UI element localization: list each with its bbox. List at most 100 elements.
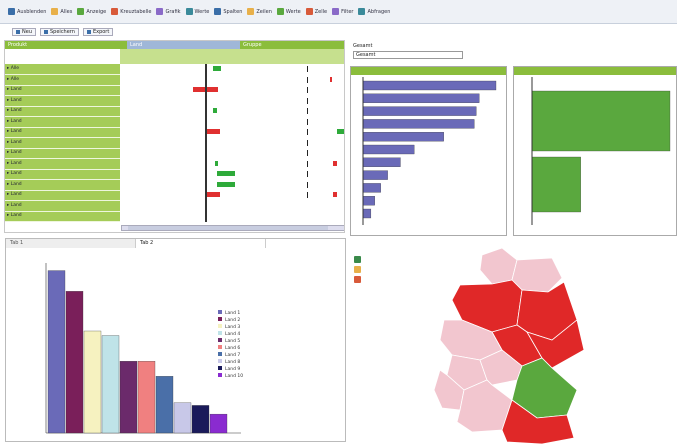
chart-3-bar[interactable] — [47, 270, 66, 434]
pivot-row-label[interactable]: ▸ Land — [7, 85, 22, 95]
pivot-row-label[interactable]: ▸ Land — [7, 96, 22, 106]
toolbar-label: Werte — [285, 8, 301, 15]
chart-2-svg — [531, 77, 671, 225]
chart-3-bar[interactable] — [191, 405, 210, 434]
chart-3-bar[interactable] — [101, 335, 120, 434]
toolbar-icon — [305, 8, 313, 15]
pivot-row-label[interactable]: ▸ Land — [7, 138, 22, 148]
pivot-cell-tick — [307, 139, 308, 146]
chart-tabs: Tab 1 Tab 2 — [6, 239, 345, 248]
pivot-row-label[interactable]: ▸ Land — [7, 117, 22, 127]
chart-1-header — [351, 67, 506, 75]
pivot-cell-bar — [333, 192, 337, 197]
tab-2[interactable]: Tab 2 — [136, 239, 266, 248]
row-separator — [5, 221, 120, 222]
pivot-row-label[interactable]: ▸ Land — [7, 180, 22, 190]
pivot-row-label[interactable]: ▸ Land — [7, 201, 22, 211]
sub-button-icon — [86, 30, 91, 34]
pivot-row-label[interactable]: ▸ Land — [7, 159, 22, 169]
chart-1-bar[interactable] — [362, 170, 388, 180]
chart-3-bar[interactable] — [155, 376, 174, 434]
germany-map[interactable] — [352, 240, 677, 446]
chart-1-bar[interactable] — [362, 106, 477, 116]
pivot-row-label[interactable]: ▸ Alle — [7, 75, 19, 85]
toolbar-item-9[interactable]: Werte — [276, 8, 301, 15]
column-chart-panel: Tab 1 Tab 2 Land 1 Land 2 Land 3 Land 4 Land… — [5, 238, 346, 442]
legend-swatch — [218, 338, 222, 342]
tab-1[interactable]: Tab 1 — [6, 239, 136, 248]
chart-1-bar[interactable] — [362, 132, 444, 142]
pivot-cell-bar — [215, 160, 218, 166]
legend-label: Land 7 — [225, 352, 240, 358]
sub-toolbar: Neu Speichern Export — [0, 24, 345, 40]
zoom-in-icon[interactable] — [354, 266, 361, 273]
toolbar-item-12[interactable]: Abfragen — [358, 8, 390, 15]
toolbar-label: Filter — [341, 8, 354, 15]
toolbar-item-7[interactable]: Spalten — [214, 8, 242, 15]
toolbar-item-5[interactable]: Grafik — [156, 8, 181, 15]
pivot-cell-tick — [307, 118, 308, 125]
legend-label: Land 4 — [225, 331, 240, 337]
chart-2-bar[interactable] — [531, 90, 671, 152]
sub-button-icon — [16, 30, 20, 34]
pivot-row-label[interactable]: ▸ Land — [7, 127, 22, 137]
sub-button-1[interactable]: Neu — [12, 28, 36, 36]
legend-swatch — [218, 317, 222, 321]
header-product[interactable]: Produkt — [5, 41, 127, 49]
pivot-row-label[interactable]: ▸ Land — [7, 106, 22, 116]
column-chart-svg: Land 1Land 2Land 3Land 4Land 5Land 6Land… — [45, 263, 243, 434]
header-country[interactable]: Land — [127, 41, 240, 49]
pivot-cell-bar — [217, 181, 235, 187]
pivot-row-label[interactable]: ▸ Land — [7, 148, 22, 158]
header-group[interactable]: Gruppe — [240, 41, 344, 49]
toolbar-item-11[interactable]: Filter — [332, 8, 353, 15]
selector-dropdown[interactable]: Gesamt — [353, 51, 463, 59]
map-home-icon[interactable] — [354, 256, 361, 263]
chart-3-bar[interactable] — [119, 361, 138, 434]
legend-label: Land 10 — [225, 373, 243, 379]
chart-1-bar[interactable] — [362, 93, 480, 103]
pivot-row-label[interactable]: ▸ Alle — [7, 64, 19, 74]
toolbar-item-2[interactable]: Alles — [51, 8, 72, 15]
pivot-row-label[interactable]: ▸ Land — [7, 211, 22, 221]
pivot-cell-bar — [205, 192, 220, 197]
column-divider — [205, 64, 207, 222]
chart-3-bar[interactable] — [65, 291, 84, 434]
zoom-out-icon[interactable] — [354, 276, 361, 283]
chart-1-bar[interactable] — [362, 183, 381, 193]
toolbar-item-10[interactable]: Zelle — [305, 8, 327, 15]
pivot-row-label[interactable]: ▸ Land — [7, 169, 22, 179]
chart-3-bar[interactable] — [209, 413, 228, 434]
pivot-table: Produkt Land Gruppe ▸ Alle ▸ Alle ▸ Land ▸ … — [4, 40, 345, 233]
toolbar-icon — [156, 8, 164, 15]
chart-2-bar[interactable] — [531, 156, 581, 213]
sub-button-2[interactable]: Speichern — [40, 28, 79, 36]
legend-label: Land 6 — [225, 345, 240, 351]
chart-3-bar[interactable] — [173, 402, 192, 434]
toolbar-item-6[interactable]: Werte — [185, 8, 209, 15]
chart-3-bar[interactable] — [83, 330, 102, 434]
selector-label: Gesamt — [353, 43, 373, 49]
chart-1-bar[interactable] — [362, 119, 475, 129]
toolbar-item-8[interactable]: Zeilen — [247, 8, 272, 15]
chart-1-bar[interactable] — [362, 196, 375, 206]
chart-1-bar[interactable] — [362, 157, 401, 167]
sub-button-3[interactable]: Export — [82, 28, 114, 36]
toolbar-item-3[interactable]: Anzeige — [77, 8, 106, 15]
toolbar-icon — [185, 8, 193, 15]
chart-1-svg — [362, 77, 497, 225]
chart-1-bar[interactable] — [362, 208, 372, 219]
legend-label: Land 3 — [225, 324, 240, 330]
chart-1-bar[interactable] — [362, 80, 497, 91]
toolbar-label: Ausblenden — [17, 8, 47, 15]
toolbar-item-1[interactable]: Ausblenden — [8, 8, 46, 15]
pivot-row-label[interactable]: ▸ Land — [7, 190, 22, 200]
chart-1-bar[interactable] — [362, 144, 415, 155]
pivot-cell-tick — [307, 171, 308, 177]
horizontal-scrollbar[interactable] — [121, 225, 344, 231]
row-separator — [5, 158, 120, 159]
pivot-cell-tick — [307, 97, 308, 104]
toolbar-item-4[interactable]: Kreuztabelle — [111, 8, 151, 15]
row-separator — [5, 95, 120, 96]
chart-3-bar[interactable] — [137, 361, 156, 434]
